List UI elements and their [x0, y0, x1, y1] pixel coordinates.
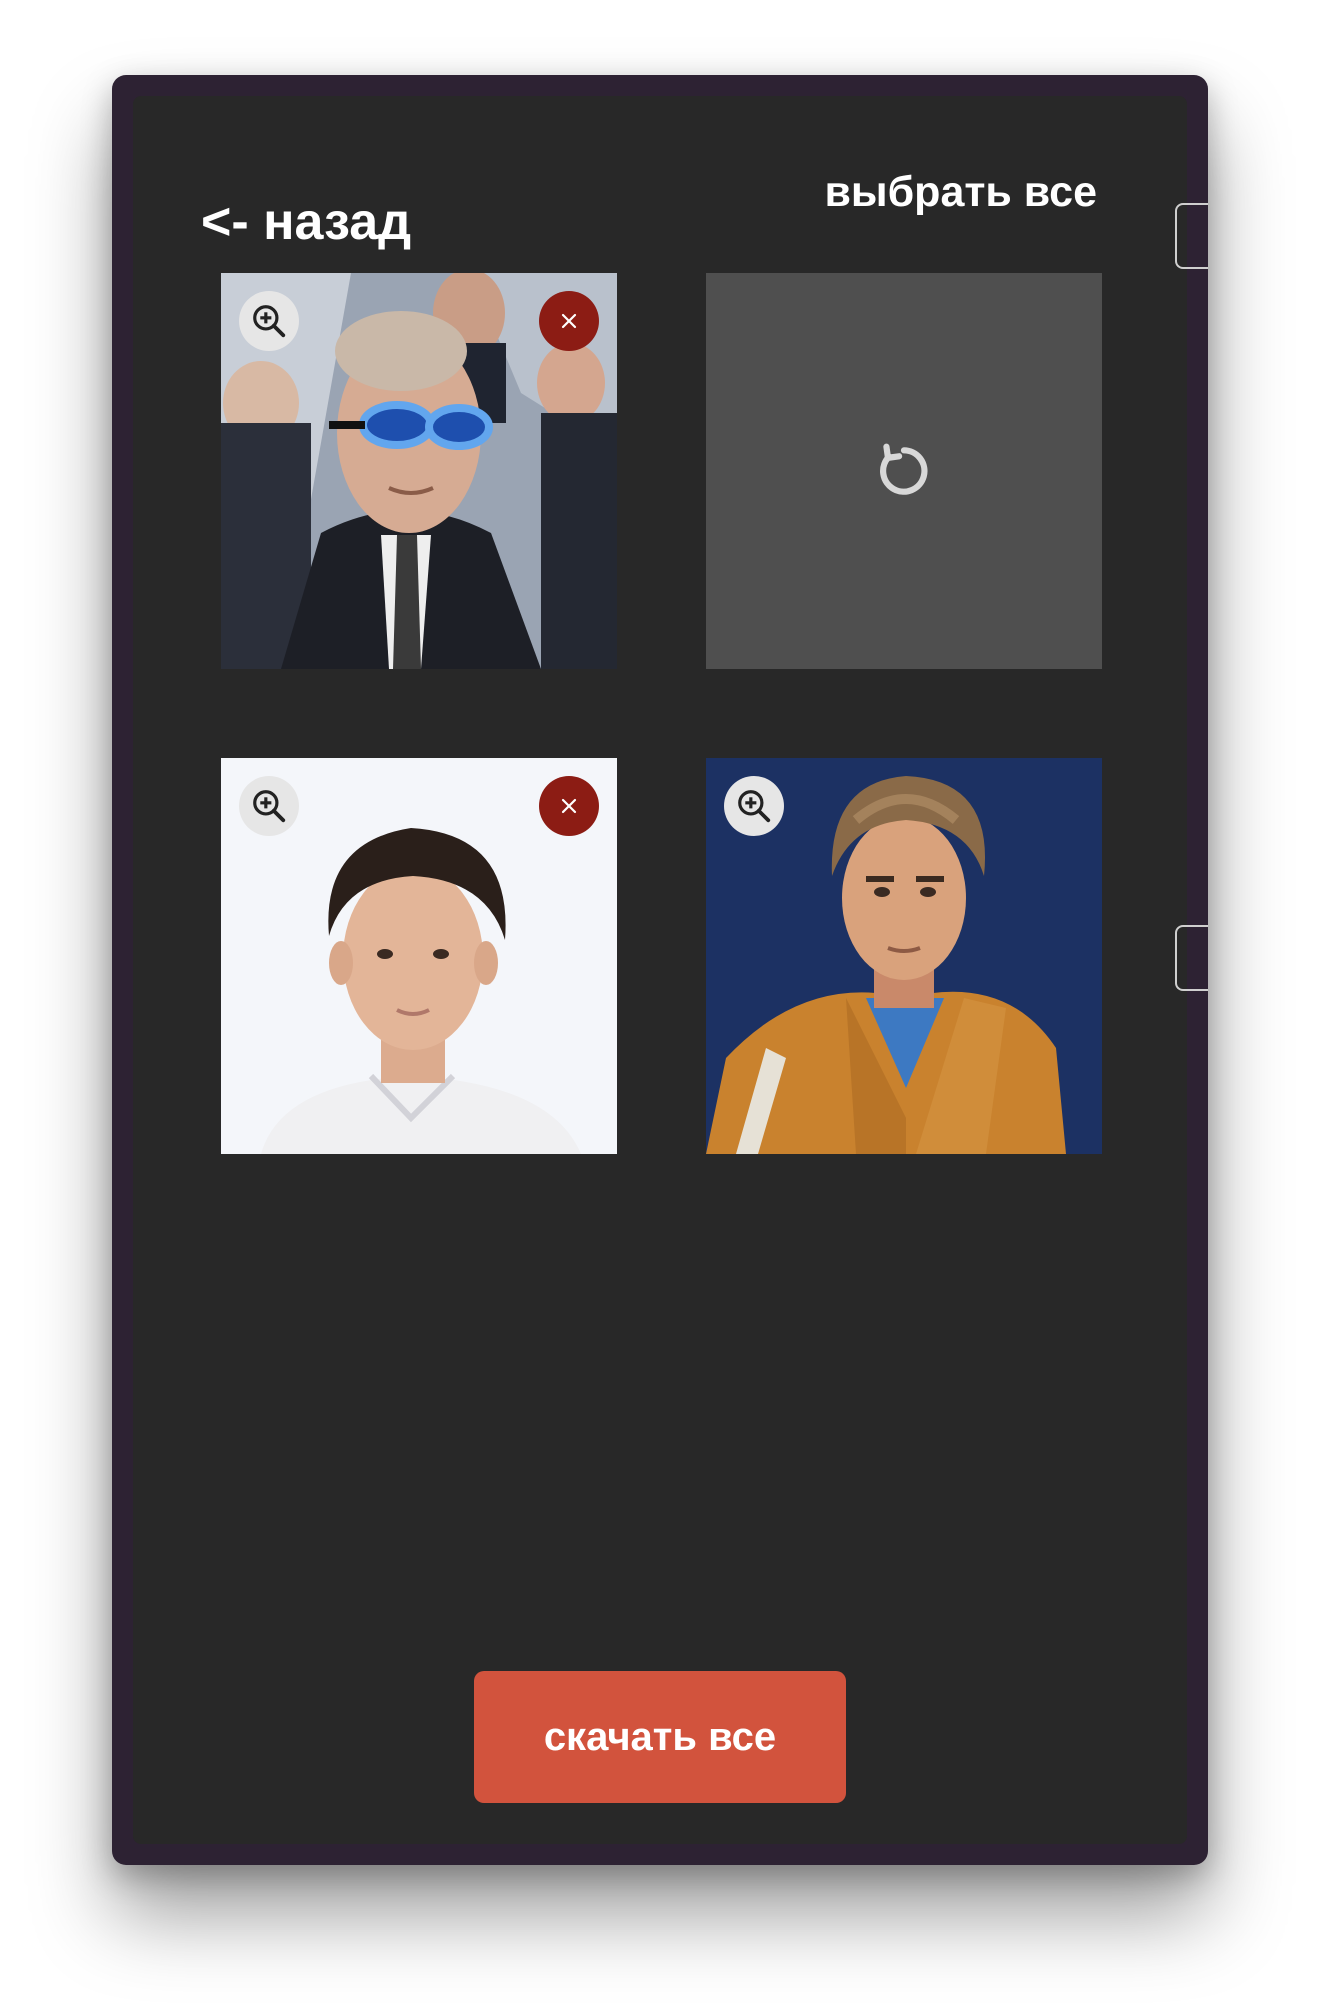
zoom-in-icon — [738, 790, 771, 823]
app-window: <- назад выбрать все скачать все — [112, 75, 1208, 1865]
zoom-button[interactable] — [239, 776, 299, 836]
side-handle-bottom[interactable] — [1175, 925, 1208, 991]
download-all-button[interactable]: скачать все — [474, 1671, 846, 1803]
image-tile-3[interactable] — [221, 758, 617, 1154]
zoom-in-icon — [253, 305, 286, 338]
refresh-icon — [880, 443, 928, 495]
gallery-panel: <- назад выбрать все скачать все — [133, 96, 1208, 1844]
select-all-button[interactable]: выбрать все — [824, 171, 1097, 214]
image-tile-4[interactable] — [706, 758, 1102, 1154]
remove-button[interactable] — [539, 776, 599, 836]
zoom-button[interactable] — [724, 776, 784, 836]
image-tile-1[interactable] — [221, 273, 617, 669]
zoom-button[interactable] — [239, 291, 299, 351]
remove-button[interactable] — [539, 291, 599, 351]
close-icon — [561, 798, 577, 814]
image-tile-2-loading — [706, 273, 1102, 669]
close-icon — [561, 313, 577, 329]
back-link[interactable]: <- назад — [201, 196, 411, 248]
zoom-in-icon — [253, 790, 286, 823]
side-handle-top[interactable] — [1175, 203, 1208, 269]
